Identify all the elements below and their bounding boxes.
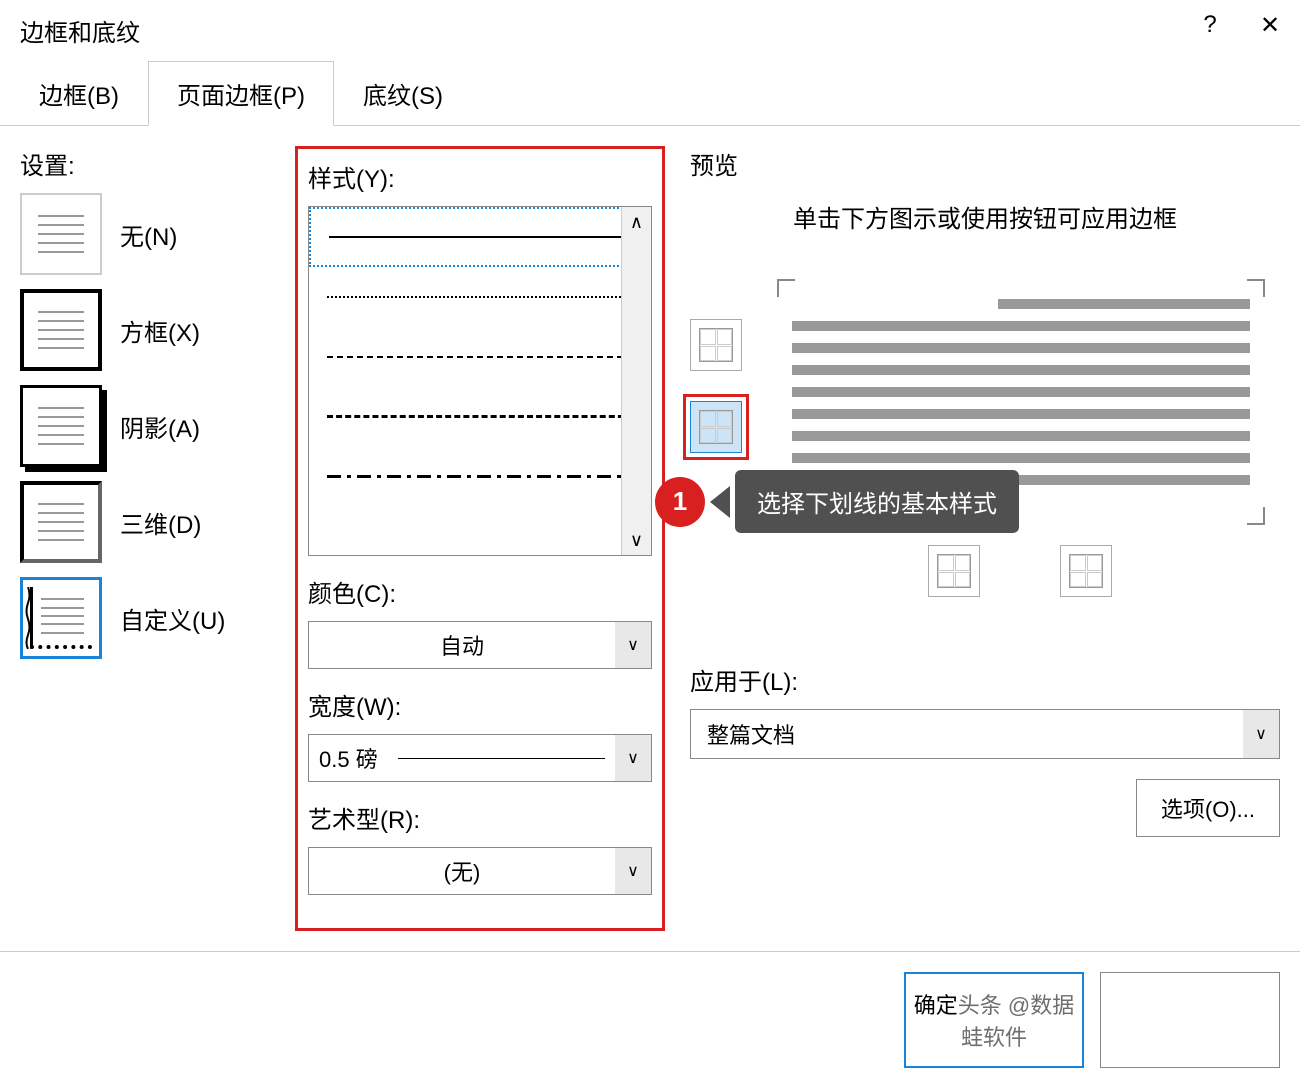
style-label: 样式(Y): [308, 159, 652, 194]
setting-3d-label: 三维(D) [120, 505, 201, 540]
style-panel: 样式(Y): ∧ ∨ 颜色(C): 自动 ∨ 宽度(W): 0.5 [295, 146, 665, 931]
callout-number: 1 [655, 477, 705, 527]
corner-marker-icon [1247, 507, 1265, 525]
tab-shading[interactable]: 底纹(S) [334, 61, 472, 126]
apply-to-label: 应用于(L): [690, 662, 1280, 697]
help-button[interactable]: ? [1180, 0, 1240, 50]
style-item-solid[interactable] [309, 207, 651, 267]
callout-arrow-icon [710, 486, 730, 518]
dialog-title: 边框和底纹 [20, 13, 140, 48]
ok-button[interactable]: 确定头条 @数据蛙软件 [904, 972, 1084, 1068]
close-button[interactable]: ✕ [1240, 0, 1300, 50]
cancel-button[interactable] [1100, 972, 1280, 1068]
setting-shadow-label: 阴影(A) [120, 409, 200, 444]
width-value: 0.5 磅 [319, 742, 378, 774]
preview-left-border-btn[interactable] [928, 545, 980, 597]
chevron-down-icon[interactable]: ∨ [615, 735, 651, 781]
tab-page-border[interactable]: 页面边框(P) [148, 61, 334, 126]
color-value: 自动 [309, 629, 615, 661]
setting-custom-label: 自定义(U) [120, 601, 225, 636]
apply-to-combo[interactable]: 整篇文档 ∨ [690, 709, 1280, 759]
setting-3d-icon[interactable] [20, 481, 102, 563]
apply-to-value: 整篇文档 [691, 718, 1243, 750]
corner-marker-icon [777, 279, 795, 297]
watermark-text: 头条 @数据蛙软件 [958, 993, 1074, 1050]
chevron-down-icon[interactable]: ∨ [615, 848, 651, 894]
setting-box-label: 方框(X) [120, 313, 200, 348]
preview-right-border-btn[interactable] [1060, 545, 1112, 597]
style-item-dashdot[interactable] [309, 447, 651, 507]
color-combo[interactable]: 自动 ∨ [308, 621, 652, 669]
chevron-down-icon[interactable]: ∨ [1243, 710, 1279, 758]
style-scrollbar[interactable]: ∧ ∨ [621, 207, 651, 555]
settings-label: 设置: [20, 146, 280, 181]
width-combo[interactable]: 0.5 磅 ∨ [308, 734, 652, 782]
setting-none-icon[interactable] [20, 193, 102, 275]
width-label: 宽度(W): [308, 687, 652, 722]
options-button[interactable]: 选项(O)... [1136, 779, 1280, 837]
annotation-callout: 1 选择下划线的基本样式 [655, 470, 1019, 533]
tab-border[interactable]: 边框(B) [10, 61, 148, 126]
color-label: 颜色(C): [308, 574, 652, 609]
preview-hint: 单击下方图示或使用按钮可应用边框 [690, 201, 1280, 239]
art-combo[interactable]: (无) ∨ [308, 847, 652, 895]
art-label: 艺术型(R): [308, 800, 652, 835]
style-item-dashed[interactable] [309, 387, 651, 447]
preview-bottom-border-btn[interactable] [690, 401, 742, 453]
tab-strip: 边框(B) 页面边框(P) 底纹(S) [0, 60, 1300, 126]
setting-shadow-icon[interactable] [20, 385, 102, 467]
style-item-dotted[interactable] [309, 267, 651, 327]
setting-custom-icon[interactable] [20, 577, 102, 659]
preview-top-border-btn[interactable] [690, 319, 742, 371]
art-value: (无) [309, 855, 615, 887]
chevron-down-icon[interactable]: ∨ [615, 622, 651, 668]
setting-none-label: 无(N) [120, 217, 177, 252]
corner-marker-icon [1247, 279, 1265, 297]
scroll-up-icon[interactable]: ∧ [622, 207, 651, 237]
style-item-dashed-fine[interactable] [309, 327, 651, 387]
callout-text: 选择下划线的基本样式 [735, 470, 1019, 533]
dialog-title-bar: 边框和底纹 ? ✕ [0, 0, 1300, 60]
preview-label: 预览 [690, 146, 1280, 181]
scroll-down-icon[interactable]: ∨ [622, 525, 651, 555]
style-listbox[interactable]: ∧ ∨ [308, 206, 652, 556]
setting-box-icon[interactable] [20, 289, 102, 371]
